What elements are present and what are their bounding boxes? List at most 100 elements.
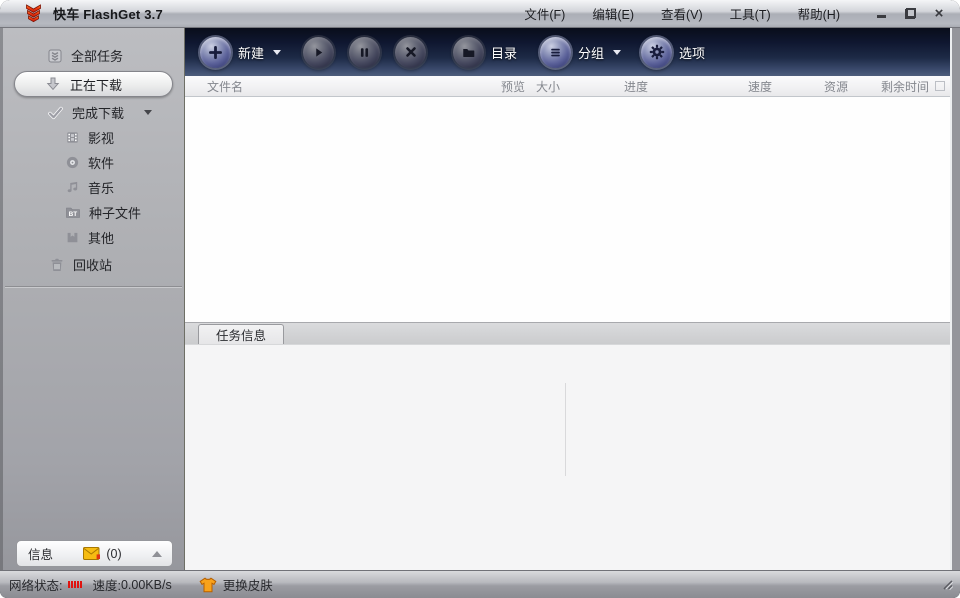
sidebar-item-label: 影视 [88, 128, 114, 147]
header-corner-box [935, 81, 945, 91]
window-controls: × [874, 7, 946, 21]
toolbar: 新建 [185, 28, 950, 76]
speed-label: 速度: [92, 575, 120, 594]
open-directory-label[interactable]: 目录 [491, 43, 517, 62]
sidebar-item-music[interactable]: 音乐 [3, 175, 184, 200]
envelope-icon [83, 547, 101, 560]
flashget-logo-icon [24, 4, 43, 24]
completed-dropdown-icon[interactable] [144, 110, 152, 115]
group-button[interactable] [540, 37, 571, 68]
new-task-dropdown-icon[interactable] [273, 50, 281, 55]
sidebar: 全部任务 正在下载 完成下载 [3, 28, 185, 570]
close-button[interactable]: × [932, 7, 946, 21]
bt-folder-icon: BT [65, 205, 81, 220]
plus-icon [208, 45, 223, 60]
restore-icon [906, 9, 915, 18]
list-lines-icon [548, 45, 563, 60]
all-tasks-icon [47, 48, 63, 64]
sidebar-item-label: 回收站 [73, 255, 112, 274]
group-label[interactable]: 分组 [578, 43, 604, 62]
folder-icon [461, 45, 476, 60]
sidebar-spacer [3, 288, 184, 540]
minimize-button[interactable] [874, 7, 888, 21]
panel-divider [565, 383, 566, 476]
pause-icon [357, 45, 372, 60]
flashget-window: 快车 FlashGet 3.7 文件(F) 编辑(E) 查看(V) 工具(T) … [0, 0, 960, 598]
sidebar-item-software[interactable]: 软件 [3, 150, 184, 175]
pause-button[interactable] [349, 37, 380, 68]
sidebar-item-torrents[interactable]: BT 种子文件 [3, 200, 184, 225]
sidebar-item-completed[interactable]: 完成下载 [3, 100, 184, 125]
change-skin-label: 更换皮肤 [223, 575, 273, 594]
column-resources[interactable]: 资源 [824, 78, 881, 95]
network-signal-icon [68, 581, 82, 588]
checkmark-icon [47, 105, 64, 121]
sidebar-item-movies[interactable]: 影视 [3, 125, 184, 150]
download-arrow-icon [45, 76, 61, 92]
download-list[interactable] [185, 97, 950, 322]
task-info-panel [185, 344, 950, 570]
network-status-label: 网络状态: [9, 575, 62, 594]
play-icon [311, 45, 326, 60]
box-icon [65, 230, 80, 245]
column-speed[interactable]: 速度 [748, 78, 824, 95]
menu-tools[interactable]: 工具(T) [730, 4, 771, 23]
info-panel-label: 信息 [28, 544, 53, 563]
sidebar-item-recycle-bin[interactable]: 回收站 [3, 252, 184, 277]
column-filename[interactable]: 文件名 [185, 78, 501, 95]
sidebar-nav: 全部任务 正在下载 完成下载 [3, 28, 184, 288]
sidebar-item-label: 完成下载 [72, 103, 124, 122]
delete-button[interactable] [395, 37, 426, 68]
menu-edit[interactable]: 编辑(E) [592, 4, 634, 23]
new-task-button[interactable] [200, 37, 231, 68]
tab-task-info[interactable]: 任务信息 [198, 324, 284, 344]
column-size[interactable]: 大小 [536, 78, 624, 95]
speed-value: 0.00KB/s [121, 578, 172, 592]
disc-icon [65, 155, 80, 170]
list-column-headers: 文件名 预览 大小 进度 速度 资源 剩余时间 [185, 76, 950, 97]
main-area: 新建 [185, 28, 950, 570]
menu-help[interactable]: 帮助(H) [798, 4, 840, 23]
window-body: 全部任务 正在下载 完成下载 [0, 28, 960, 570]
column-remaining-time[interactable]: 剩余时间 [881, 78, 933, 95]
column-preview[interactable]: 预览 [501, 78, 536, 95]
open-directory-button[interactable] [453, 37, 484, 68]
sidebar-item-all-tasks[interactable]: 全部任务 [3, 43, 184, 68]
column-progress[interactable]: 进度 [624, 78, 748, 95]
collapse-arrow-icon[interactable] [152, 551, 162, 557]
menu-view[interactable]: 查看(V) [661, 4, 703, 23]
sidebar-item-other[interactable]: 其他 [3, 225, 184, 250]
sidebar-item-label: 音乐 [88, 178, 114, 197]
sidebar-item-label: 软件 [88, 153, 114, 172]
cross-icon [404, 45, 418, 59]
window-right-edge [950, 28, 960, 570]
restore-button[interactable] [903, 7, 917, 21]
resize-grip[interactable] [938, 575, 953, 593]
tab-task-info-label: 任务信息 [216, 325, 266, 344]
sidebar-item-downloading[interactable]: 正在下载 [14, 71, 173, 97]
statusbar: 网络状态: 速度: 0.00KB/s 更换皮肤 [0, 570, 960, 598]
titlebar: 快车 FlashGet 3.7 文件(F) 编辑(E) 查看(V) 工具(T) … [0, 0, 960, 28]
app-title: 快车 FlashGet 3.7 [53, 4, 163, 23]
minimize-icon [877, 15, 886, 18]
film-icon [65, 130, 80, 145]
options-label[interactable]: 选项 [679, 43, 705, 62]
info-count: (0) [106, 547, 121, 561]
svg-text:BT: BT [69, 211, 78, 218]
menu-file[interactable]: 文件(F) [524, 4, 565, 23]
options-button[interactable] [641, 37, 672, 68]
new-task-label[interactable]: 新建 [238, 43, 264, 62]
sidebar-item-label: 正在下载 [70, 75, 122, 94]
group-dropdown-icon[interactable] [613, 50, 621, 55]
sidebar-item-label: 其他 [88, 228, 114, 247]
gear-icon [649, 44, 665, 60]
start-button[interactable] [303, 37, 334, 68]
change-skin-button[interactable]: 更换皮肤 [199, 575, 273, 594]
sidebar-item-label: 全部任务 [71, 46, 123, 65]
music-note-icon [65, 180, 80, 195]
trash-icon [49, 257, 65, 273]
info-panel-header[interactable]: 信息 (0) [16, 540, 173, 567]
sidebar-item-label: 种子文件 [89, 203, 141, 222]
menubar: 文件(F) 编辑(E) 查看(V) 工具(T) 帮助(H) [524, 4, 840, 23]
shirt-icon [199, 577, 217, 593]
